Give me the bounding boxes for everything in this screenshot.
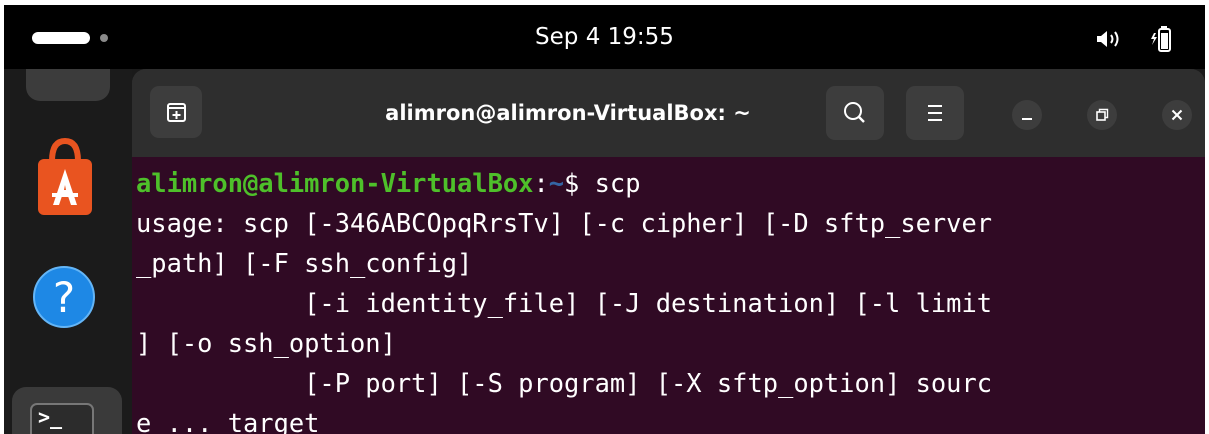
terminal-window: alimron@alimron-VirtualBox: ~ alimron@al…: [132, 69, 1205, 434]
top-bar: Sep 4 19:55: [4, 5, 1205, 69]
new-tab-icon: [167, 103, 186, 122]
app-center-icon[interactable]: [34, 135, 96, 221]
maximize-icon: [1096, 108, 1109, 121]
output-line: ] [-o ssh_option]: [136, 328, 396, 358]
prompt-path: ~: [548, 168, 565, 198]
window-title: alimron@alimron-VirtualBox: ~: [385, 101, 751, 125]
dock: ? >_: [4, 69, 132, 434]
new-tab-button[interactable]: [150, 86, 202, 138]
svg-text:?: ?: [53, 273, 75, 322]
volume-icon[interactable]: [1096, 29, 1122, 49]
window-header-bar[interactable]: alimron@alimron-VirtualBox: ~: [132, 69, 1205, 157]
terminal-text: alimron@alimron-VirtualBox:~$ scp usage:…: [136, 163, 992, 434]
command-text: scp: [594, 168, 641, 198]
search-button[interactable]: [826, 86, 884, 140]
clock[interactable]: Sep 4 19:55: [4, 5, 1205, 69]
search-icon: [844, 102, 865, 123]
dock-item-terminal[interactable]: >_: [12, 387, 122, 434]
battery-icon[interactable]: [1150, 25, 1176, 53]
menu-button[interactable]: [906, 86, 964, 140]
desktop-screen: Sep 4 19:55 ? >_ alimron@alimron-Virtual…: [4, 5, 1205, 434]
maximize-button[interactable]: [1087, 100, 1117, 130]
prompt-user-host: alimron@alimron-VirtualBox: [136, 168, 534, 198]
minimize-button[interactable]: [1012, 100, 1042, 130]
close-icon: [1171, 109, 1183, 121]
output-line: _path] [-F ssh_config]: [136, 248, 473, 278]
hamburger-menu-icon: [928, 105, 942, 121]
output-line: usage: scp [-346ABCOpqRrsTv] [-c cipher]…: [136, 208, 993, 238]
output-line: [-P port] [-S program] [-X sftp_option] …: [136, 368, 993, 398]
dock-item-hidden[interactable]: [26, 69, 110, 101]
help-icon[interactable]: ?: [32, 265, 96, 329]
prompt-separator: :: [533, 168, 549, 198]
output-line: [-i identity_file] [-J destination] [-l …: [136, 288, 993, 318]
terminal-icon: >_: [30, 403, 94, 434]
prompt-dollar: $: [564, 168, 595, 198]
terminal-output-area[interactable]: alimron@alimron-VirtualBox:~$ scp usage:…: [132, 157, 1205, 434]
minimize-icon: [1022, 118, 1032, 120]
close-button[interactable]: [1162, 100, 1192, 130]
output-line: e ... target: [136, 408, 320, 434]
